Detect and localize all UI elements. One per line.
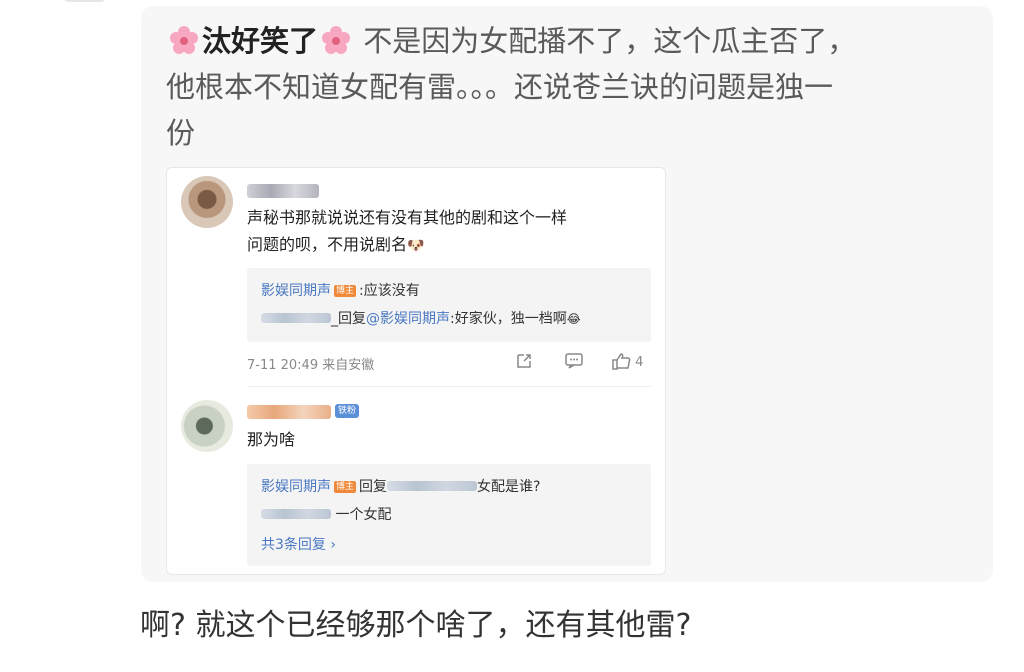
post-text-line2: 他根本不知道女配有雷。。。还说苍兰诀的问题是独一	[166, 70, 834, 104]
post-author[interactable]: 汰好笑了	[202, 24, 318, 58]
embedded-screenshot: 声秘书那就说说还有没有其他的剧和这个一样 问题的呗，不用说剧名🐶 影娱同期声 博主…	[166, 167, 666, 575]
blurred-username	[247, 405, 331, 419]
divider	[247, 386, 651, 387]
fan-badge: 铁粉	[335, 404, 360, 418]
footer-text: 啊? 就这个已经够那个啥了，还有其他雷?	[140, 608, 692, 643]
like-icon	[612, 353, 631, 370]
avatar[interactable]	[181, 176, 233, 228]
partial-avatar	[62, 0, 108, 2]
blurred-username	[247, 184, 319, 198]
post-content: 汰好笑了 不是因为女配播不了，这个瓜主否了， 他根本不知道女配有雷。。。还说苍兰…	[166, 18, 956, 156]
comment-meta: 7-11 20:49 来自安徽	[247, 358, 375, 373]
like-button[interactable]: 4	[611, 352, 643, 370]
sakura-icon	[170, 26, 198, 54]
comment-text: 声秘书那就说说还有没有其他的剧和这个一样 问题的呗，不用说剧名🐶	[247, 208, 568, 254]
dog-emoji-icon: 🐶	[407, 238, 425, 254]
reply-item: 影娱同期声 博主:应该没有	[261, 283, 420, 299]
reply-item: 影娱同期声 博主 回复 女配是谁?	[261, 479, 541, 495]
reply-item: 一个女配	[261, 504, 391, 524]
reply-list[interactable]: 影娱同期声 博主:应该没有 _回复@影娱同期声:好家伙，独一档啊😂	[247, 268, 651, 342]
comment-icon[interactable]	[564, 352, 584, 374]
view-more-replies-link[interactable]: 共3条回复 ›	[261, 534, 336, 554]
comment-text: 那为啥	[247, 430, 296, 449]
reply-item: _回复@影娱同期声:好家伙，独一档啊😂	[261, 308, 581, 328]
post-text-line3: 份	[166, 116, 196, 150]
like-count: 4	[635, 355, 644, 370]
sakura-icon	[322, 26, 351, 54]
reply-list[interactable]: 影娱同期声 博主 回复 女配是谁? 一个女配 共3条回复 ›	[247, 464, 651, 566]
share-icon[interactable]	[515, 352, 533, 374]
avatar[interactable]	[181, 400, 233, 452]
post-text-line1: 不是因为女配播不了，这个瓜主否了，	[363, 24, 857, 58]
